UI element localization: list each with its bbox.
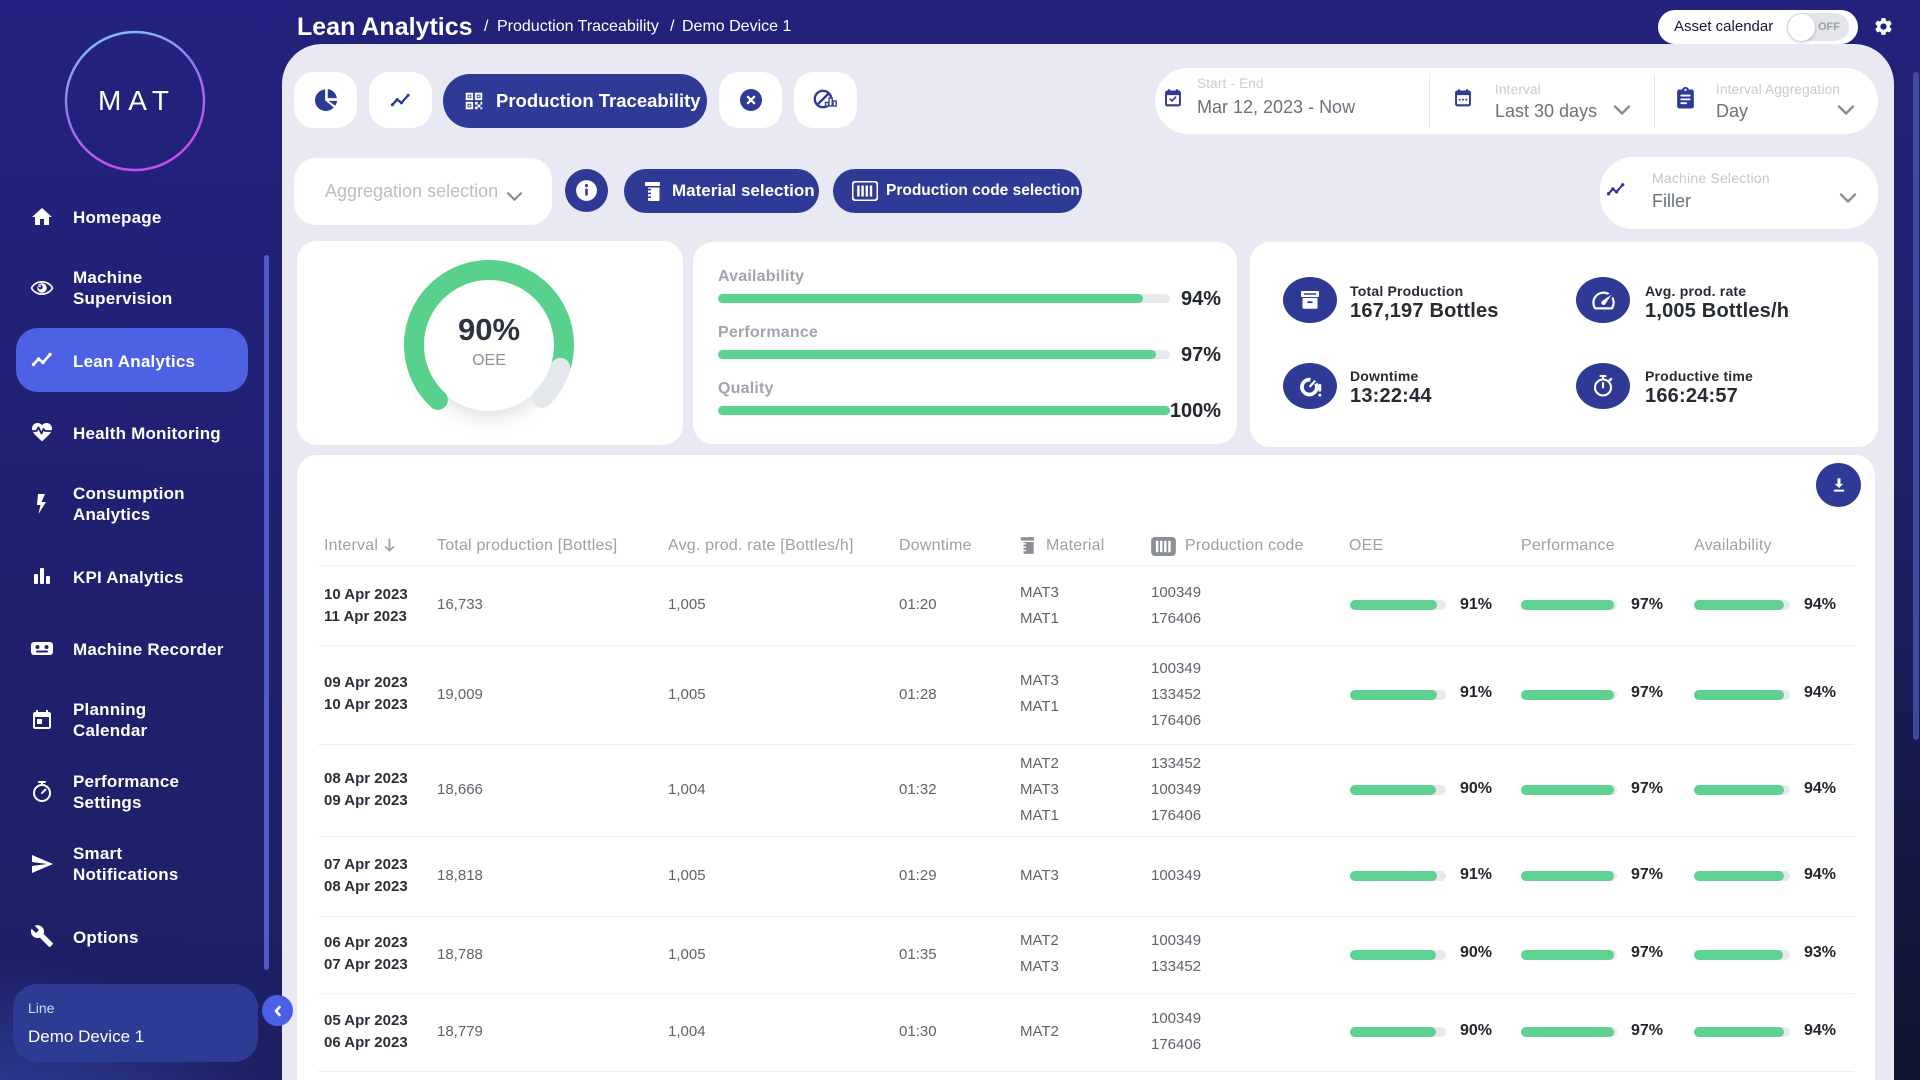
svg-text:MAT: MAT [98,85,176,116]
